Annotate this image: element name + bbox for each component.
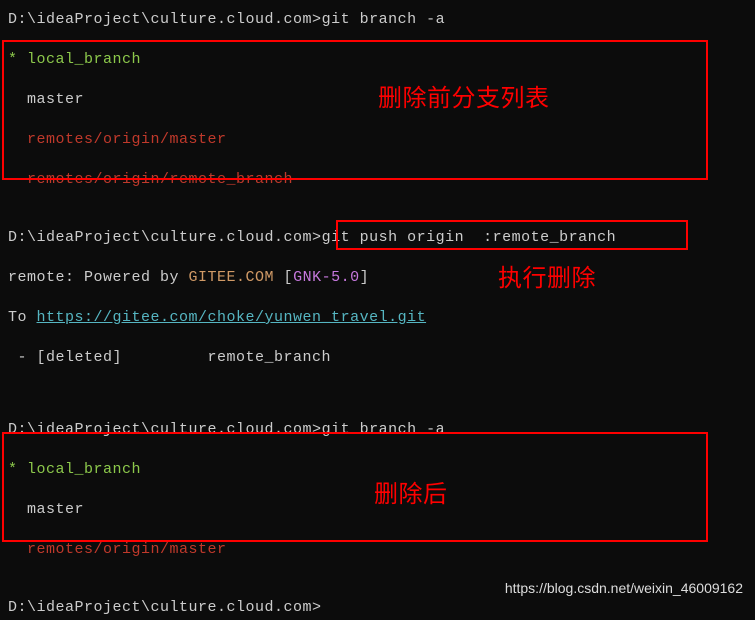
git-command: git branch -a bbox=[322, 11, 446, 28]
git-command: git push origin :remote_branch bbox=[322, 229, 617, 246]
remote-branch-2: remotes/origin/remote_branch bbox=[8, 168, 755, 192]
remote-branch-1: remotes/origin/master bbox=[8, 128, 755, 152]
to-prefix: To bbox=[8, 309, 37, 326]
remote-prefix: remote: Powered by bbox=[8, 269, 189, 286]
current-branch: * local_branch bbox=[8, 458, 755, 482]
branch-master: master bbox=[8, 88, 755, 112]
watermark: https://blog.csdn.net/weixin_46009162 bbox=[505, 577, 743, 599]
to-line: To https://gitee.com/choke/yunwen_travel… bbox=[8, 306, 755, 330]
terminal-line: D:\ideaProject\culture.cloud.com>git pus… bbox=[8, 226, 755, 250]
terminal-line: D:\ideaProject\culture.cloud.com>git bra… bbox=[8, 8, 755, 32]
prompt-path: D:\ideaProject\culture.cloud.com> bbox=[8, 11, 322, 28]
gitee-label: GITEE.COM bbox=[189, 269, 275, 286]
remote-output: remote: Powered by GITEE.COM [GNK-5.0] bbox=[8, 266, 755, 290]
gnk-version: GNK-5.0 bbox=[293, 269, 360, 286]
prompt-path: D:\ideaProject\culture.cloud.com> bbox=[8, 229, 322, 246]
prompt-path: D:\ideaProject\culture.cloud.com> bbox=[8, 421, 322, 438]
bracket-close: ] bbox=[360, 269, 370, 286]
terminal-line: D:\ideaProject\culture.cloud.com>git bra… bbox=[8, 418, 755, 442]
remote-branch-1: remotes/origin/master bbox=[8, 538, 755, 562]
bracket-open: [ bbox=[274, 269, 293, 286]
git-command: git branch -a bbox=[322, 421, 446, 438]
terminal-line: D:\ideaProject\culture.cloud.com> bbox=[8, 596, 755, 620]
branch-master: master bbox=[8, 498, 755, 522]
deleted-line: - [deleted] remote_branch bbox=[8, 346, 755, 370]
prompt-path: D:\ideaProject\culture.cloud.com> bbox=[8, 599, 322, 616]
current-branch: * local_branch bbox=[8, 48, 755, 72]
repo-url[interactable]: https://gitee.com/choke/yunwen_travel.gi… bbox=[37, 309, 427, 326]
